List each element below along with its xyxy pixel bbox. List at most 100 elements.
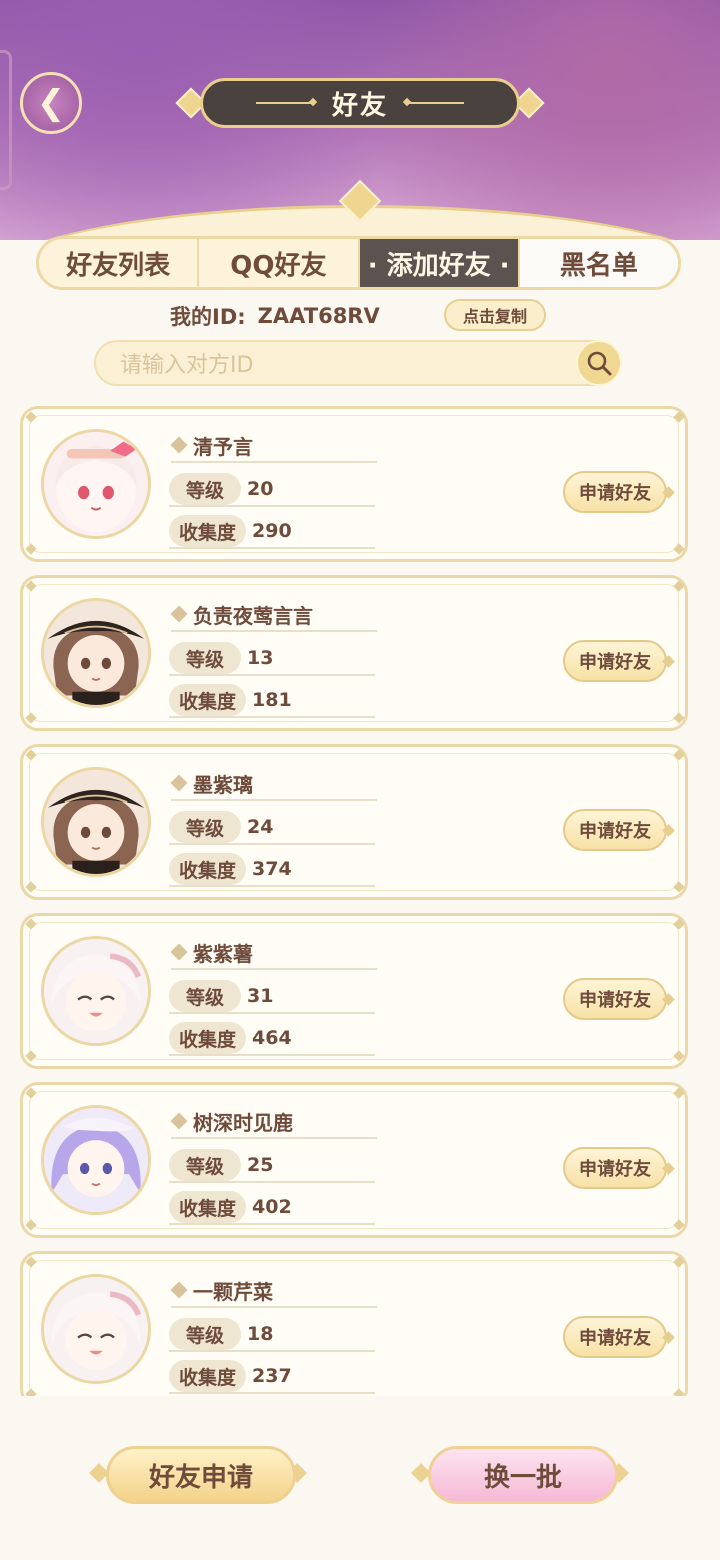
corner-ornament xyxy=(25,1219,37,1231)
corner-ornament xyxy=(673,543,685,555)
level-value: 31 xyxy=(247,985,274,1007)
corner-ornament xyxy=(673,1219,685,1231)
divider xyxy=(406,102,464,104)
level-value: 13 xyxy=(247,647,274,669)
user-name: 负责夜莺言言 xyxy=(193,603,313,628)
corner-ornament xyxy=(673,1050,685,1062)
collection-row: 收集度 237 xyxy=(169,1360,375,1394)
level-row: 等级 18 xyxy=(169,1318,375,1352)
collection-value: 464 xyxy=(252,1027,292,1049)
level-row: 等级 20 xyxy=(169,473,375,507)
refresh-batch-button[interactable]: 换一批 xyxy=(428,1446,618,1504)
corner-ornament xyxy=(25,1388,37,1396)
copy-id-button[interactable]: 点击复制 xyxy=(444,299,546,331)
level-label: 等级 xyxy=(169,1149,241,1181)
user-avatar[interactable] xyxy=(41,936,151,1046)
apply-friend-button[interactable]: 申请好友 xyxy=(563,471,667,513)
user-name: 墨紫璃 xyxy=(193,772,253,797)
diamond-icon xyxy=(170,605,188,623)
corner-ornament xyxy=(25,543,37,555)
collection-value: 402 xyxy=(252,1196,292,1218)
corner-ornament xyxy=(25,918,37,930)
collection-row: 收集度 402 xyxy=(169,1191,375,1225)
tab-blacklist[interactable]: 黑名单 xyxy=(519,239,678,287)
diamond-icon xyxy=(170,943,188,961)
level-row: 等级 24 xyxy=(169,811,375,845)
corner-ornament xyxy=(673,1087,685,1099)
tab-add-friend[interactable]: · 添加好友 · xyxy=(359,239,520,287)
user-name: 树深时见鹿 xyxy=(193,1110,293,1135)
level-label: 等级 xyxy=(169,980,241,1012)
user-avatar[interactable] xyxy=(41,1105,151,1215)
user-avatar[interactable] xyxy=(41,1274,151,1384)
corner-ornament xyxy=(673,918,685,930)
user-card: 树深时见鹿 等级 25 收集度 402 申请好友 xyxy=(20,1082,688,1238)
back-button[interactable]: ❮ xyxy=(20,72,82,134)
corner-ornament xyxy=(673,712,685,724)
search-icon xyxy=(587,351,612,376)
user-name: 一颗芹菜 xyxy=(193,1279,273,1304)
level-value: 24 xyxy=(247,816,274,838)
user-name-row: 树深时见鹿 xyxy=(170,1105,377,1139)
collection-row: 收集度 464 xyxy=(169,1022,375,1056)
user-name: 清予言 xyxy=(193,434,253,459)
side-rim-decoration xyxy=(0,50,12,190)
level-label: 等级 xyxy=(169,811,241,843)
corner-ornament xyxy=(673,1388,685,1396)
collection-value: 290 xyxy=(252,520,292,542)
collection-label: 收集度 xyxy=(169,853,247,885)
level-value: 18 xyxy=(247,1323,274,1345)
apply-friend-button[interactable]: 申请好友 xyxy=(563,978,667,1020)
corner-ornament xyxy=(673,881,685,893)
my-id-value: ZAAT68RV xyxy=(257,304,380,328)
corner-ornament xyxy=(673,1256,685,1268)
recommended-users-list: 清予言 等级 20 收集度 290 申请好友 负责夜莺言言 等级 13 收集度 … xyxy=(20,406,690,1396)
corner-ornament xyxy=(673,749,685,761)
level-label: 等级 xyxy=(169,642,241,674)
search-input[interactable]: 请输入对方ID xyxy=(94,340,620,386)
search-button[interactable] xyxy=(576,340,622,386)
collection-label: 收集度 xyxy=(169,1360,247,1392)
user-avatar[interactable] xyxy=(41,767,151,877)
user-name-row: 一颗芹菜 xyxy=(170,1274,377,1308)
corner-ornament xyxy=(673,411,685,423)
apply-friend-button[interactable]: 申请好友 xyxy=(563,809,667,851)
collection-row: 收集度 290 xyxy=(169,515,375,549)
user-card: 紫紫薯 等级 31 收集度 464 申请好友 xyxy=(20,913,688,1069)
user-card: 负责夜莺言言 等级 13 收集度 181 申请好友 xyxy=(20,575,688,731)
collection-label: 收集度 xyxy=(169,1022,247,1054)
corner-ornament xyxy=(25,411,37,423)
tab-friend-list[interactable]: 好友列表 xyxy=(39,239,200,287)
user-name-row: 负责夜莺言言 xyxy=(170,598,377,632)
my-id-label: 我的ID: xyxy=(170,305,246,329)
corner-ornament xyxy=(25,580,37,592)
level-label: 等级 xyxy=(169,473,241,505)
user-avatar[interactable] xyxy=(41,429,151,539)
user-card: 墨紫璃 等级 24 收集度 374 申请好友 xyxy=(20,744,688,900)
level-value: 20 xyxy=(247,478,274,500)
user-card: 清予言 等级 20 收集度 290 申请好友 xyxy=(20,406,688,562)
collection-value: 237 xyxy=(252,1365,292,1387)
page-title-bar: 好友 xyxy=(200,78,520,128)
collection-label: 收集度 xyxy=(169,684,247,716)
back-arrow-icon: ❮ xyxy=(36,83,66,123)
corner-ornament xyxy=(25,881,37,893)
apply-friend-button[interactable]: 申请好友 xyxy=(563,1147,667,1189)
collection-label: 收集度 xyxy=(169,1191,247,1223)
user-name: 紫紫薯 xyxy=(193,941,253,966)
divider xyxy=(255,102,314,104)
corner-ornament xyxy=(25,749,37,761)
level-row: 等级 13 xyxy=(169,642,375,676)
apply-friend-button[interactable]: 申请好友 xyxy=(563,1316,667,1358)
corner-ornament xyxy=(673,580,685,592)
user-avatar[interactable] xyxy=(41,598,151,708)
collection-row: 收集度 374 xyxy=(169,853,375,887)
friend-requests-button[interactable]: 好友申请 xyxy=(106,1446,296,1504)
collection-label: 收集度 xyxy=(169,515,247,547)
corner-ornament xyxy=(25,712,37,724)
diamond-icon xyxy=(170,1112,188,1130)
tab-qq-friends[interactable]: QQ好友 xyxy=(199,239,360,287)
tab-bar: 好友列表 QQ好友 · 添加好友 · 黑名单 xyxy=(36,236,681,290)
collection-value: 374 xyxy=(252,858,292,880)
apply-friend-button[interactable]: 申请好友 xyxy=(563,640,667,682)
